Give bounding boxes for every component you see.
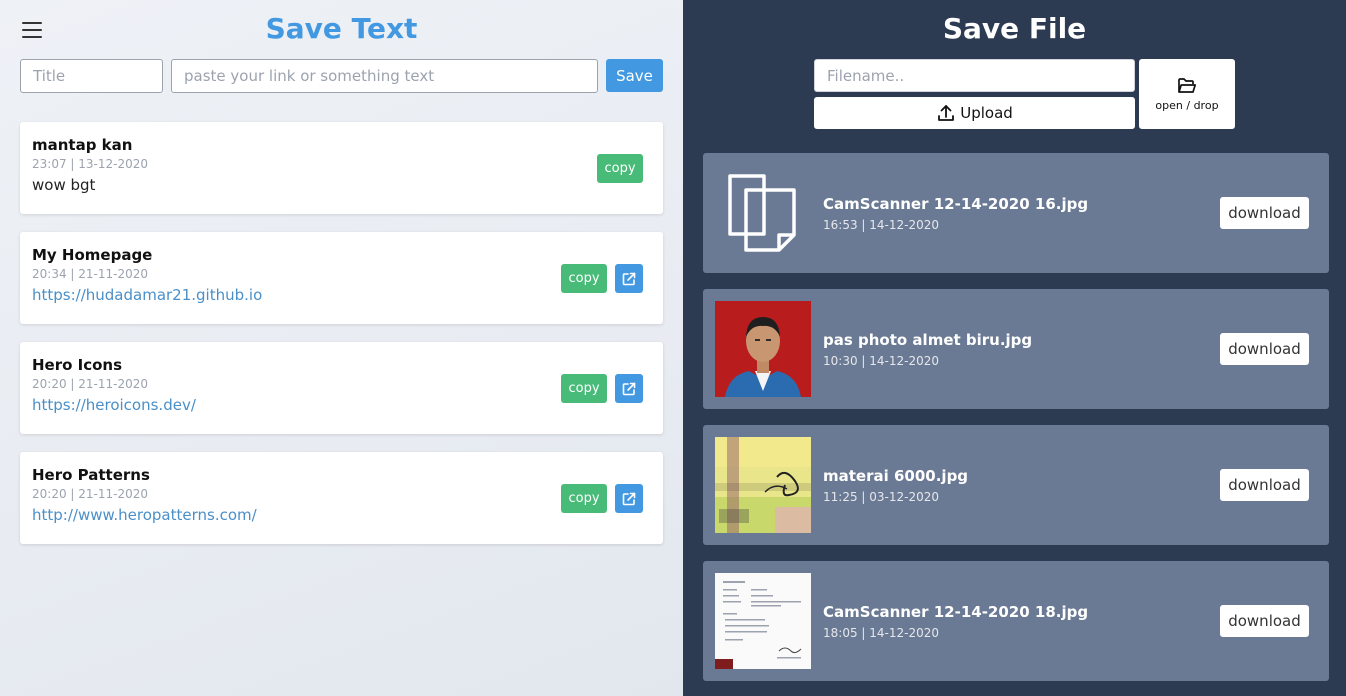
save-file-panel: Save File Upload open / drop CamScanner … xyxy=(683,0,1346,696)
open-drop-label: open / drop xyxy=(1155,98,1219,112)
text-card-time: 20:20 | 21-11-2020 xyxy=(32,487,148,501)
text-card-link[interactable]: https://hudadamar21.github.io xyxy=(32,286,262,304)
text-card-title: mantap kan xyxy=(32,136,133,154)
text-input[interactable] xyxy=(171,59,598,93)
file-time: 18:05 | 14-12-2020 xyxy=(823,625,939,640)
download-button[interactable]: download xyxy=(1220,333,1309,365)
text-card-actions: copy xyxy=(561,374,643,403)
copy-button[interactable]: copy xyxy=(561,264,607,293)
file-info: pas photo almet biru.jpg 10:30 | 14-12-2… xyxy=(823,331,1032,368)
copy-button[interactable]: copy xyxy=(561,484,607,513)
file-name: materai 6000.jpg xyxy=(823,466,969,485)
folder-open-icon xyxy=(1178,77,1197,93)
scanned-document-thumbnail xyxy=(715,573,811,669)
save-text-panel: Save Text Save mantap kan 23:07 | 13-12-… xyxy=(0,0,683,696)
text-card-time: 20:34 | 21-11-2020 xyxy=(32,267,148,281)
upload-label: Upload xyxy=(960,104,1013,122)
portrait-photo-thumbnail xyxy=(715,301,811,397)
save-text-title: Save Text xyxy=(265,12,418,45)
text-card-time: 23:07 | 13-12-2020 xyxy=(32,157,148,171)
text-input-row: Save xyxy=(20,59,663,93)
text-card: Hero Patterns 20:20 | 21-11-2020 http://… xyxy=(20,452,663,544)
text-card-title: Hero Icons xyxy=(32,356,123,374)
file-info: CamScanner 12-14-2020 16.jpg 16:53 | 14-… xyxy=(823,195,1088,232)
file-info: materai 6000.jpg 11:25 | 03-12-2020 xyxy=(823,467,968,504)
download-button[interactable]: download xyxy=(1220,469,1309,501)
download-button[interactable]: download xyxy=(1220,197,1309,229)
file-name: CamScanner 12-14-2020 18.jpg xyxy=(823,602,1089,621)
upload-icon xyxy=(938,105,955,121)
text-card-time: 20:20 | 21-11-2020 xyxy=(32,377,148,391)
file-name: pas photo almet biru.jpg xyxy=(823,330,1033,349)
file-list: CamScanner 12-14-2020 16.jpg 16:53 | 14-… xyxy=(703,153,1329,696)
text-card-actions: copy xyxy=(597,154,643,183)
file-time: 11:25 | 03-12-2020 xyxy=(823,489,939,504)
text-card-actions: copy xyxy=(561,484,643,513)
copy-button[interactable]: copy xyxy=(597,154,643,183)
file-time: 16:53 | 14-12-2020 xyxy=(823,217,939,232)
file-row: pas photo almet biru.jpg 10:30 | 14-12-2… xyxy=(703,289,1329,409)
text-card: mantap kan 23:07 | 13-12-2020 wow bgt co… xyxy=(20,122,663,214)
file-name: CamScanner 12-14-2020 16.jpg xyxy=(823,194,1089,213)
document-icon xyxy=(715,165,811,261)
save-button[interactable]: Save xyxy=(606,59,663,92)
text-card-link[interactable]: http://www.heropatterns.com/ xyxy=(32,506,257,524)
text-card-link[interactable]: https://heroicons.dev/ xyxy=(32,396,196,414)
open-drop-zone[interactable]: open / drop xyxy=(1139,59,1235,129)
title-input[interactable] xyxy=(20,59,163,93)
copy-button[interactable]: copy xyxy=(561,374,607,403)
upload-button[interactable]: Upload xyxy=(814,97,1135,129)
text-card-title: Hero Patterns xyxy=(32,466,150,484)
file-row: CamScanner 12-14-2020 16.jpg 16:53 | 14-… xyxy=(703,153,1329,273)
external-link-icon[interactable] xyxy=(615,374,643,403)
text-list: mantap kan 23:07 | 13-12-2020 wow bgt co… xyxy=(20,122,663,562)
save-file-title: Save File xyxy=(942,12,1087,45)
stamp-photo-thumbnail xyxy=(715,437,811,533)
text-card-actions: copy xyxy=(561,264,643,293)
text-card-title: My Homepage xyxy=(32,246,153,264)
download-button[interactable]: download xyxy=(1220,605,1309,637)
text-card-content: wow bgt xyxy=(32,176,96,194)
text-card: My Homepage 20:34 | 21-11-2020 https://h… xyxy=(20,232,663,324)
text-card: Hero Icons 20:20 | 21-11-2020 https://he… xyxy=(20,342,663,434)
file-row: CamScanner 12-14-2020 18.jpg 18:05 | 14-… xyxy=(703,561,1329,681)
filename-input[interactable] xyxy=(814,59,1135,92)
file-info: CamScanner 12-14-2020 18.jpg 18:05 | 14-… xyxy=(823,603,1088,640)
file-time: 10:30 | 14-12-2020 xyxy=(823,353,939,368)
file-row: materai 6000.jpg 11:25 | 03-12-2020 down… xyxy=(703,425,1329,545)
external-link-icon[interactable] xyxy=(615,484,643,513)
external-link-icon[interactable] xyxy=(615,264,643,293)
